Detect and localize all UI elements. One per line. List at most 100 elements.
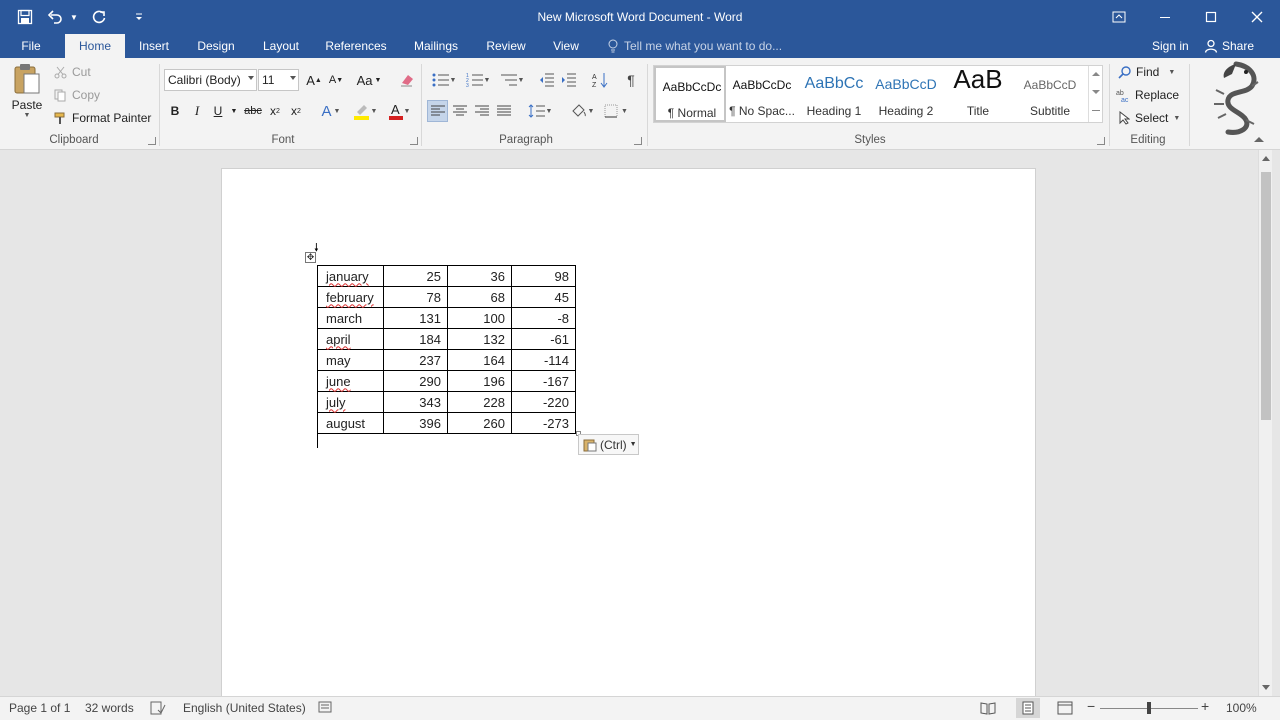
find-button[interactable]: Find ▼: [1118, 65, 1175, 79]
paste-options-button[interactable]: (Ctrl) ▼: [578, 434, 639, 455]
value-cell[interactable]: -167: [511, 370, 576, 392]
align-right-icon[interactable]: [472, 100, 492, 122]
close-icon[interactable]: [1234, 0, 1280, 34]
value-cell[interactable]: 78: [383, 286, 448, 308]
text-effects-icon[interactable]: A ▼: [318, 100, 344, 122]
grow-font-icon[interactable]: A ▲: [304, 69, 324, 91]
value-cell[interactable]: -114: [511, 349, 576, 371]
value-cell[interactable]: 36: [447, 265, 512, 287]
month-cell[interactable]: march: [317, 307, 384, 329]
value-cell[interactable]: 98: [511, 265, 576, 287]
decrease-indent-icon[interactable]: [537, 69, 557, 91]
show-formatting-marks-icon[interactable]: ¶: [620, 69, 642, 91]
value-cell[interactable]: 68: [447, 286, 512, 308]
align-left-icon[interactable]: [427, 100, 448, 122]
paste-dropdown-icon[interactable]: ▼: [24, 112, 31, 119]
style-subtitle[interactable]: AaBbCcD Subtitle: [1014, 66, 1086, 122]
zoom-in-icon[interactable]: +: [1201, 698, 1209, 714]
web-layout-icon[interactable]: [1057, 701, 1073, 718]
style-heading-2[interactable]: AaBbCcD Heading 2: [870, 66, 942, 122]
justify-icon[interactable]: [494, 100, 514, 122]
line-spacing-icon[interactable]: ▼: [524, 100, 556, 122]
find-dropdown-icon[interactable]: ▼: [1168, 69, 1175, 76]
month-cell[interactable]: february: [317, 286, 384, 308]
zoom-level[interactable]: 100%: [1226, 701, 1257, 715]
collapse-ribbon-icon[interactable]: [1254, 137, 1264, 142]
tab-file[interactable]: File: [12, 34, 50, 58]
change-case-icon[interactable]: Aa ▼: [354, 69, 384, 91]
month-cell[interactable]: may: [317, 349, 384, 371]
borders-icon[interactable]: ▼: [600, 100, 632, 122]
tab-home[interactable]: Home: [65, 34, 125, 59]
tab-layout[interactable]: Layout: [256, 34, 306, 58]
select-button[interactable]: Select ▼: [1118, 111, 1180, 125]
paragraph-dialog-launcher-icon[interactable]: [634, 137, 642, 145]
value-cell[interactable]: 45: [511, 286, 576, 308]
value-cell[interactable]: 237: [383, 349, 448, 371]
gallery-up-icon[interactable]: [1092, 72, 1100, 76]
superscript-icon[interactable]: x2: [287, 100, 305, 122]
proofing-icon[interactable]: [150, 701, 166, 718]
tab-design[interactable]: Design: [190, 34, 242, 58]
save-icon[interactable]: [10, 3, 40, 31]
font-name-combo[interactable]: Calibri (Body): [164, 69, 257, 91]
underline-icon[interactable]: U: [209, 100, 227, 122]
tab-review[interactable]: Review: [480, 34, 532, 58]
copy-button[interactable]: Copy: [54, 88, 100, 102]
print-layout-icon[interactable]: [1016, 698, 1040, 718]
tab-view[interactable]: View: [546, 34, 586, 58]
document-page[interactable]: 🠗 ✥ january 25 36 98 february 78 68 45 march 131 1…: [221, 168, 1036, 696]
font-dialog-launcher-icon[interactable]: [410, 137, 418, 145]
tab-references[interactable]: References: [320, 34, 392, 58]
zoom-slider-thumb[interactable]: [1147, 702, 1151, 714]
value-cell[interactable]: 396: [383, 412, 448, 434]
undo-icon[interactable]: [44, 3, 66, 31]
value-cell[interactable]: 260: [447, 412, 512, 434]
scroll-up-icon[interactable]: [1262, 156, 1270, 161]
sort-icon[interactable]: AZ: [590, 69, 610, 91]
value-cell[interactable]: 100: [447, 307, 512, 329]
font-size-combo[interactable]: 11: [258, 69, 299, 91]
macro-recording-icon[interactable]: [318, 701, 332, 716]
scroll-down-icon[interactable]: [1262, 685, 1270, 690]
value-cell[interactable]: 290: [383, 370, 448, 392]
font-color-icon[interactable]: A ▼: [384, 100, 414, 122]
ribbon-display-options-icon[interactable]: [1096, 0, 1142, 34]
scrollbar-thumb[interactable]: [1261, 172, 1271, 420]
word-count[interactable]: 32 words: [85, 701, 134, 715]
style-normal[interactable]: AaBbCcDc ¶ Normal: [654, 66, 726, 122]
value-cell[interactable]: -220: [511, 391, 576, 413]
table-move-handle-icon[interactable]: ✥: [305, 252, 316, 263]
bullets-icon[interactable]: ▼: [428, 69, 460, 91]
value-cell[interactable]: 164: [447, 349, 512, 371]
shrink-font-icon[interactable]: A ▼: [326, 69, 346, 91]
styles-dialog-launcher-icon[interactable]: [1097, 137, 1105, 145]
undo-dropdown-icon[interactable]: ▼: [70, 13, 80, 22]
data-table[interactable]: january 25 36 98 february 78 68 45 march 131 100 -8…: [317, 265, 576, 434]
value-cell[interactable]: 132: [447, 328, 512, 350]
month-cell[interactable]: july: [317, 391, 384, 413]
tab-insert[interactable]: Insert: [132, 34, 176, 58]
month-cell[interactable]: january: [317, 265, 384, 287]
select-dropdown-icon[interactable]: ▼: [1173, 115, 1180, 122]
bold-icon[interactable]: B: [166, 100, 184, 122]
tab-mailings[interactable]: Mailings: [406, 34, 466, 58]
value-cell[interactable]: -8: [511, 307, 576, 329]
value-cell[interactable]: -273: [511, 412, 576, 434]
page-count[interactable]: Page 1 of 1: [9, 701, 70, 715]
value-cell[interactable]: 131: [383, 307, 448, 329]
value-cell[interactable]: 25: [383, 265, 448, 287]
subscript-icon[interactable]: x2: [266, 100, 284, 122]
cut-button[interactable]: Cut: [54, 65, 91, 79]
share-button[interactable]: Share: [1204, 34, 1254, 58]
paste-button[interactable]: Paste ▼: [8, 62, 46, 126]
redo-icon[interactable]: [84, 3, 114, 31]
month-cell[interactable]: june: [317, 370, 384, 392]
month-cell[interactable]: august: [317, 412, 384, 434]
clear-formatting-icon[interactable]: [396, 69, 418, 91]
customize-qat-icon[interactable]: [124, 3, 154, 31]
maximize-icon[interactable]: [1188, 0, 1234, 34]
language-indicator[interactable]: English (United States): [183, 701, 306, 715]
replace-button[interactable]: ab ac Replace: [1116, 88, 1179, 102]
format-painter-button[interactable]: Format Painter: [54, 111, 151, 125]
